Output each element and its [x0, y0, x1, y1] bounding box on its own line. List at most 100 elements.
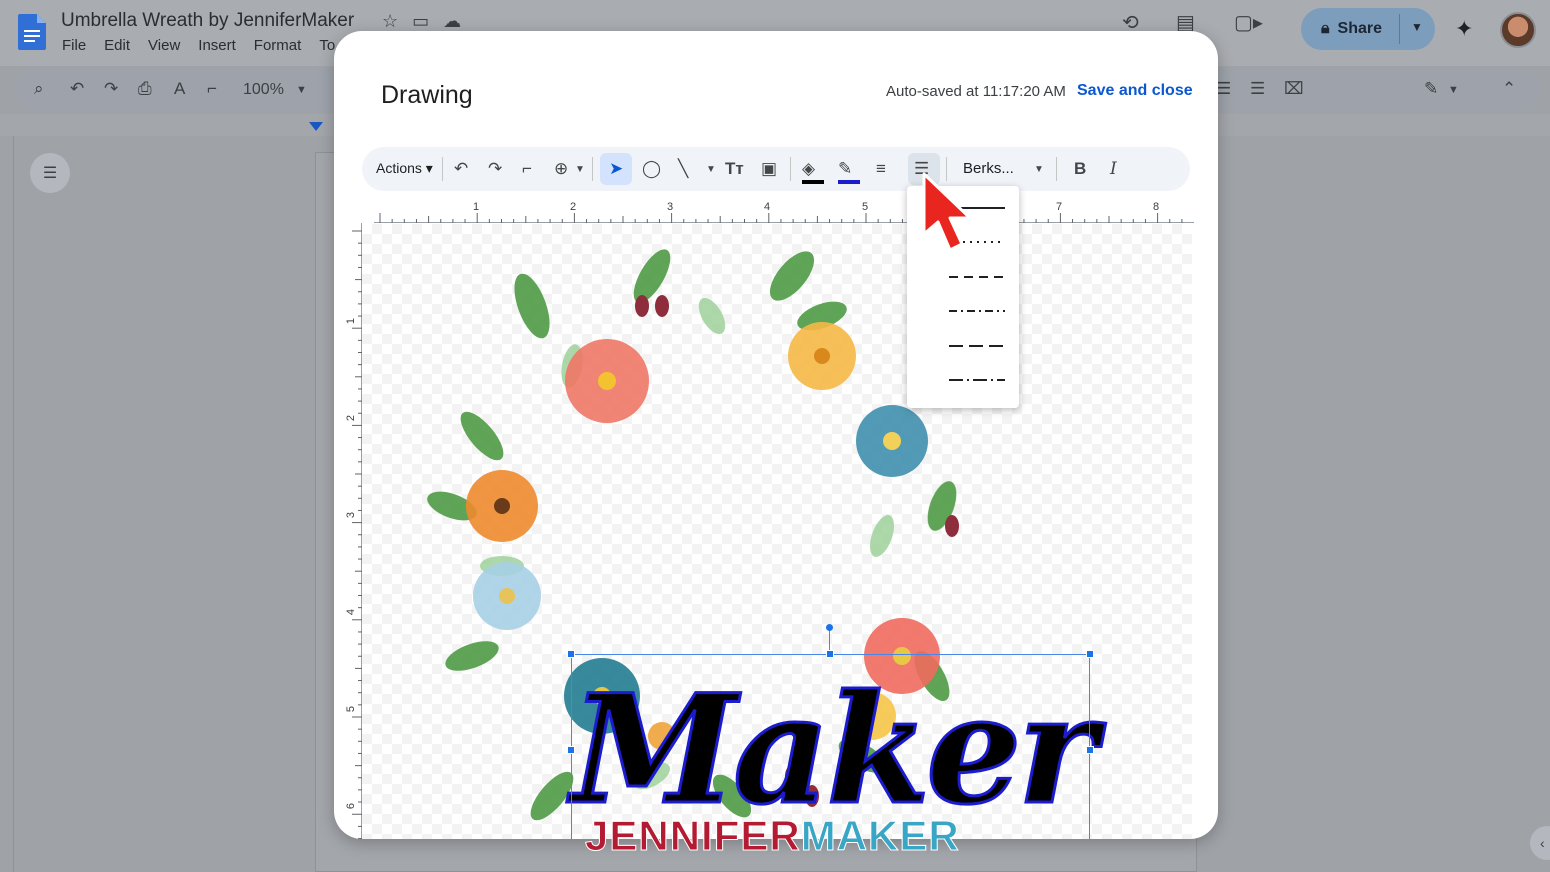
- menu-edit[interactable]: Edit: [104, 37, 130, 54]
- ruler-ticks: [379, 213, 1183, 223]
- image-icon[interactable]: ▣: [761, 159, 777, 179]
- resize-handle-ne[interactable]: [1086, 650, 1094, 658]
- gemini-icon[interactable]: ✦: [1455, 16, 1473, 42]
- drawing-dialog: Drawing Auto-saved at 11:17:20 AM Save a…: [334, 31, 1218, 839]
- toolbar-divider: [1056, 157, 1057, 181]
- spellcheck-icon[interactable]: A: [174, 79, 185, 99]
- move-folder-icon[interactable]: ▭: [412, 11, 429, 32]
- actions-menu[interactable]: Actions ▾: [376, 160, 433, 177]
- select-cursor-icon: ➤: [609, 159, 624, 178]
- ruler-label: 4: [345, 608, 358, 616]
- line-chevron-icon[interactable]: ▼: [706, 164, 716, 175]
- ruler-label: 6: [345, 802, 358, 810]
- dash-option-dashed[interactable]: [949, 270, 1005, 284]
- ruler-label: 1: [345, 317, 358, 325]
- side-panel-toggle[interactable]: ‹: [1530, 826, 1550, 860]
- resize-handle-w[interactable]: [567, 746, 575, 754]
- border-color-swatch: [838, 180, 860, 184]
- share-button[interactable]: 🔒︎ Share ▼: [1301, 8, 1435, 50]
- ruler-label: 1: [473, 201, 480, 213]
- redo-icon[interactable]: ↷: [488, 159, 502, 179]
- lock-icon: 🔒︎: [1321, 20, 1330, 37]
- clear-formatting-icon[interactable]: ⌧: [1284, 79, 1304, 99]
- line-icon[interactable]: ╲: [678, 159, 688, 179]
- pointer-arrow-icon: [922, 172, 972, 252]
- chevron-left-icon: ‹: [1540, 835, 1545, 851]
- ruler-label: 3: [667, 201, 674, 213]
- ruler-label: 3: [345, 511, 358, 519]
- save-and-close-button[interactable]: Save and close: [1077, 82, 1193, 100]
- undo-icon[interactable]: ↶: [70, 79, 84, 99]
- avatar[interactable]: [1500, 12, 1536, 48]
- share-divider: [1399, 14, 1400, 44]
- border-color-icon[interactable]: ✎: [838, 159, 852, 179]
- brand-watermark: JENNIFERMAKER: [585, 812, 960, 860]
- menu-format[interactable]: Format: [254, 37, 302, 54]
- drawing-canvas[interactable]: Maker: [362, 224, 1192, 839]
- menu-tools[interactable]: To: [319, 37, 335, 54]
- outline-button[interactable]: ☰: [30, 153, 70, 193]
- resize-handle-e[interactable]: [1086, 746, 1094, 754]
- ruler-label: 8: [1153, 201, 1160, 213]
- paint-format-icon[interactable]: ⌐: [207, 79, 217, 99]
- document-title[interactable]: Umbrella Wreath by JenniferMaker: [61, 10, 354, 32]
- shape-icon[interactable]: ◯: [642, 159, 661, 179]
- drawing-vertical-ruler: 1 2 3 4 5 6: [345, 223, 362, 839]
- menu-view[interactable]: View: [148, 37, 180, 54]
- ruler-label: 2: [345, 414, 358, 422]
- zoom-chevron-icon[interactable]: ▼: [296, 84, 307, 96]
- redo-icon[interactable]: ↷: [104, 79, 118, 99]
- meet-icon[interactable]: ▢▸: [1234, 10, 1263, 35]
- search-icon[interactable]: ⌕: [34, 79, 44, 99]
- star-icon[interactable]: ☆: [382, 11, 398, 32]
- docs-logo-icon[interactable]: [18, 14, 46, 50]
- zoom-chevron-icon[interactable]: ▼: [575, 164, 585, 175]
- actions-label: Actions: [376, 160, 422, 176]
- ruler-label: 5: [862, 201, 869, 213]
- print-icon[interactable]: ⎙: [138, 79, 152, 99]
- toolbar-divider: [442, 157, 443, 181]
- editing-mode-icon[interactable]: ✎: [1424, 79, 1438, 99]
- watermark-part1: JENNIFER: [585, 812, 801, 860]
- toolbar-divider: [592, 157, 593, 181]
- bold-button[interactable]: B: [1074, 159, 1086, 179]
- resize-handle-n[interactable]: [826, 650, 834, 658]
- fill-color-icon[interactable]: ◈: [802, 159, 815, 179]
- dash-option-long-dash[interactable]: [949, 339, 1005, 353]
- watermark-part2: MAKER: [800, 812, 960, 860]
- cloud-status-icon[interactable]: ☁: [443, 11, 461, 32]
- autosave-status: Auto-saved at 11:17:20 AM: [886, 83, 1066, 100]
- menu-file[interactable]: File: [62, 37, 86, 54]
- chevron-down-icon[interactable]: ▼: [1411, 20, 1423, 34]
- drawing-toolbar: Actions ▾ ↶ ↷ ⌐ ⊕ ▼ ➤ ◯ ╲ ▼ Tт ▣ ◈ ✎ ≡ ☰…: [362, 147, 1190, 191]
- indent-marker[interactable]: [309, 122, 323, 131]
- ruler-label: 2: [570, 201, 577, 213]
- font-chevron-icon[interactable]: ▼: [1034, 164, 1044, 175]
- editing-mode-chevron-icon[interactable]: ▼: [1448, 84, 1459, 96]
- ruler-label: 5: [345, 705, 358, 713]
- docs-vertical-ruler: [0, 136, 14, 872]
- zoom-icon[interactable]: ⊕: [554, 159, 568, 179]
- indent-increase-icon[interactable]: ☰: [1250, 79, 1265, 99]
- rotation-handle[interactable]: [826, 624, 833, 631]
- drawing-horizontal-ruler: 1 2 3 4 5 6 7 8: [374, 199, 1194, 223]
- menu-bar: File Edit View Insert Format To: [62, 37, 335, 54]
- text-box-icon[interactable]: Tт: [725, 159, 744, 179]
- toolbar-divider: [790, 157, 791, 181]
- dash-option-long-dash-dot[interactable]: [949, 373, 1005, 387]
- menu-insert[interactable]: Insert: [198, 37, 236, 54]
- paint-format-icon[interactable]: ⌐: [522, 159, 532, 179]
- italic-button[interactable]: I: [1110, 159, 1117, 179]
- dash-option-dash-dot[interactable]: [949, 304, 1005, 318]
- fill-color-swatch: [802, 180, 824, 184]
- resize-handle-nw[interactable]: [567, 650, 575, 658]
- collapse-toolbar-icon[interactable]: ⌃: [1502, 79, 1516, 99]
- ruler-ticks: [352, 230, 362, 839]
- share-label: Share: [1337, 20, 1382, 37]
- title-actions: ☆ ▭ ☁: [382, 11, 461, 32]
- dialog-title: Drawing: [381, 81, 473, 109]
- indent-decrease-icon[interactable]: ☰: [1216, 79, 1231, 99]
- undo-icon[interactable]: ↶: [454, 159, 468, 179]
- border-weight-icon[interactable]: ≡: [876, 159, 886, 179]
- zoom-select[interactable]: 100%: [243, 81, 284, 99]
